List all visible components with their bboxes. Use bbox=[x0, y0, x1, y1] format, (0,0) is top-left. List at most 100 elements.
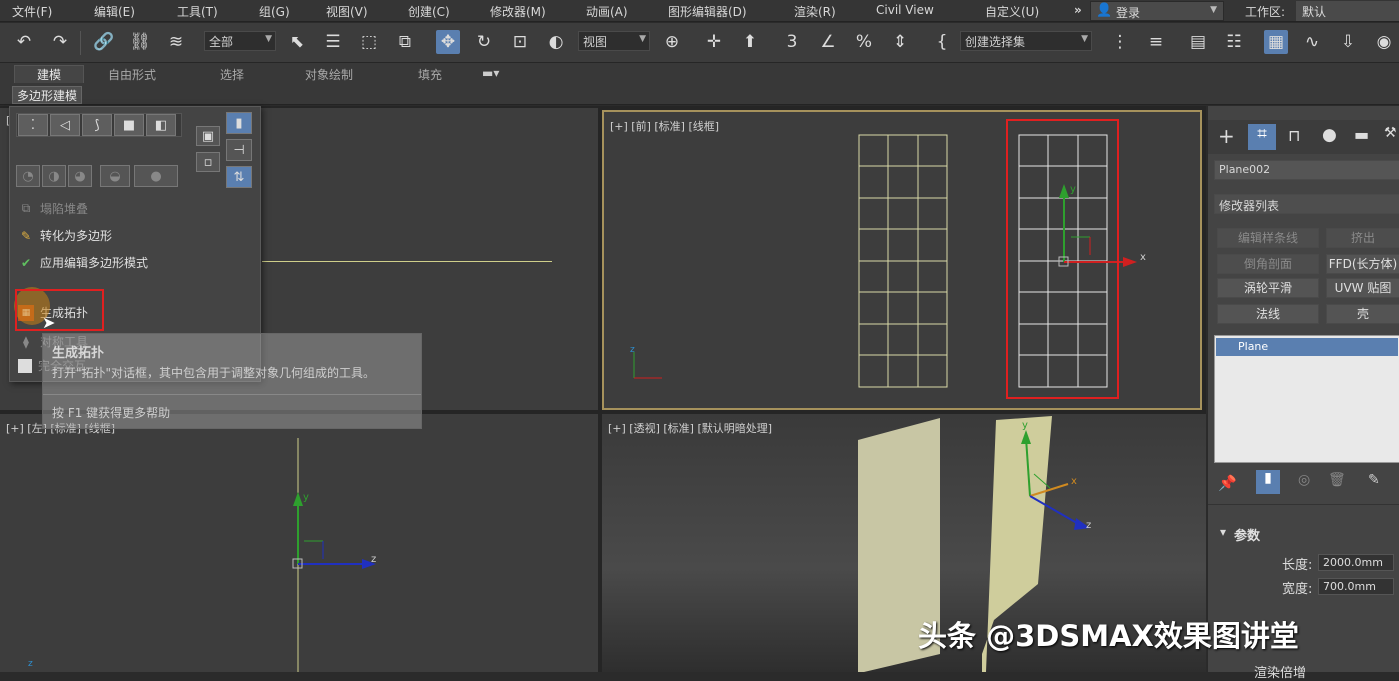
reference-coord-dropdown[interactable]: 视图 ▼ bbox=[578, 31, 650, 51]
ribbon-options-icon[interactable]: ▬▾ bbox=[482, 66, 499, 80]
mod-bevel-profile-button[interactable]: 倒角剖面 bbox=[1217, 254, 1319, 274]
selection-filter-dropdown[interactable]: 全部 ▼ bbox=[204, 31, 276, 51]
keyboard-shortcut-icon[interactable]: ⬆ bbox=[738, 30, 762, 54]
place-icon[interactable]: ◐ bbox=[544, 30, 568, 54]
mod-edit-spline-button[interactable]: 编辑样条线 bbox=[1217, 228, 1319, 248]
align-icon[interactable]: ≡ bbox=[1144, 30, 1168, 54]
border-mode-icon[interactable]: ⟆ bbox=[82, 114, 112, 136]
display-tab-icon[interactable]: ▬ bbox=[1354, 125, 1369, 144]
menu-collapse-stack[interactable]: ⧉ 塌陷堆叠 bbox=[18, 200, 88, 217]
menu-animation[interactable]: 动画(A) bbox=[586, 3, 628, 20]
pin-stack-icon[interactable]: 📌 bbox=[1218, 474, 1237, 492]
model-icon-2[interactable]: ◑ bbox=[42, 165, 66, 187]
mirror-icon[interactable]: ⋮ bbox=[1108, 30, 1132, 54]
schematic-view-icon[interactable]: ⇩ bbox=[1336, 30, 1360, 54]
menu-customize[interactable]: 自定义(U) bbox=[985, 3, 1039, 20]
named-selection-icon[interactable]: { bbox=[930, 30, 954, 54]
modify-tab-icon[interactable]: ⌗ bbox=[1248, 124, 1276, 150]
menu-rendering[interactable]: 渲染(R) bbox=[794, 3, 836, 20]
window-crossing-icon[interactable]: ⧉ bbox=[393, 30, 417, 54]
link-icon[interactable]: 🔗 bbox=[92, 30, 116, 54]
angle-snap-icon[interactable]: ∠ bbox=[816, 30, 840, 54]
mod-turbosmooth-button[interactable]: 涡轮平滑 bbox=[1217, 278, 1319, 298]
named-selection-dropdown[interactable]: 创建选择集 ▼ bbox=[960, 31, 1092, 51]
percent-snap-icon[interactable]: % bbox=[852, 30, 876, 54]
show-end-result-icon[interactable]: ⇅ bbox=[226, 166, 252, 188]
mod-uvw-map-button[interactable]: UVW 贴图 bbox=[1326, 278, 1399, 298]
polygon-mode-icon[interactable]: ■ bbox=[114, 114, 144, 136]
spinner-snap-icon[interactable]: ⇕ bbox=[888, 30, 912, 54]
mod-normal-button[interactable]: 法线 bbox=[1217, 304, 1319, 324]
utilities-tab-icon[interactable]: ⚒ bbox=[1384, 125, 1397, 141]
checkbox-icon[interactable] bbox=[18, 358, 32, 373]
select-object-icon[interactable]: ⬉ bbox=[285, 30, 309, 54]
create-tab-icon[interactable]: + bbox=[1218, 124, 1235, 148]
menu-civil-view[interactable]: Civil View bbox=[876, 3, 934, 17]
scene-explorer-icon[interactable]: ☷ bbox=[1222, 30, 1246, 54]
element-mode-icon[interactable]: ◧ bbox=[146, 114, 176, 136]
menu-modifiers[interactable]: 修改器(M) bbox=[490, 3, 546, 20]
tab-object-paint[interactable]: 对象绘制 bbox=[305, 66, 353, 83]
menu-more-icon[interactable]: » bbox=[1074, 3, 1082, 17]
pivot-center-icon[interactable]: ⊕ bbox=[660, 30, 684, 54]
rect-selection-icon[interactable]: ⬚ bbox=[357, 30, 381, 54]
menu-graph-editors[interactable]: 图形编辑器(D) bbox=[668, 3, 747, 20]
stack-item-plane[interactable]: Plane bbox=[1216, 338, 1398, 356]
ribbon-toggle-icon[interactable]: ▦ bbox=[1264, 30, 1288, 54]
menu-file[interactable]: 文件(F) bbox=[12, 3, 52, 20]
scale-icon[interactable]: ⊡ bbox=[508, 30, 532, 54]
tab-selection[interactable]: 选择 bbox=[220, 66, 244, 83]
menu-group[interactable]: 组(G) bbox=[259, 3, 290, 20]
pin-stack-icon[interactable]: ▮ bbox=[226, 112, 252, 134]
next-modifier-icon[interactable]: ⊣ bbox=[226, 139, 252, 161]
tab-freeform[interactable]: 自由形式 bbox=[108, 66, 156, 83]
bind-space-warp-icon[interactable]: ≋ bbox=[164, 30, 188, 54]
panel-poly-modeling[interactable]: 多边形建模 bbox=[12, 86, 83, 104]
length-spinner[interactable]: 2000.0mm bbox=[1318, 554, 1394, 571]
remove-modifier-icon[interactable]: 🗑 bbox=[1328, 472, 1346, 488]
select-manipulate-icon[interactable]: ✛ bbox=[702, 30, 726, 54]
model-icon-1[interactable]: ◔ bbox=[16, 165, 40, 187]
move-icon[interactable]: ✥ bbox=[436, 30, 460, 54]
mod-ffd-button[interactable]: FFD(长方体) bbox=[1326, 254, 1399, 274]
make-unique-icon[interactable]: ◎ bbox=[1298, 472, 1310, 488]
params-title[interactable]: 参数 bbox=[1234, 525, 1260, 544]
login-dropdown[interactable]: 👤 登录 ▼ bbox=[1090, 1, 1224, 21]
menu-create[interactable]: 创建(C) bbox=[408, 3, 450, 20]
menu-tools[interactable]: 工具(T) bbox=[177, 3, 218, 20]
mod-extrude-button[interactable]: 挤出 bbox=[1326, 228, 1399, 248]
motion-tab-icon[interactable]: ● bbox=[1322, 125, 1337, 145]
preview-icon[interactable]: ▣ bbox=[196, 126, 220, 146]
menu-apply-edit-poly[interactable]: ✔ 应用编辑多边形模式 bbox=[18, 254, 148, 271]
layer-manager-icon[interactable]: ▤ bbox=[1186, 30, 1210, 54]
undo-icon[interactable]: ↶ bbox=[12, 30, 36, 54]
rotate-icon[interactable]: ↻ bbox=[472, 30, 496, 54]
workspace-dropdown[interactable]: 默认 bbox=[1296, 1, 1399, 21]
select-by-name-icon[interactable]: ☰ bbox=[321, 30, 345, 54]
mod-shell-button[interactable]: 壳 bbox=[1326, 304, 1399, 324]
tab-populate[interactable]: 填充 bbox=[418, 66, 442, 83]
menu-convert-to-poly[interactable]: ✎ 转化为多边形 bbox=[18, 227, 112, 244]
model-icon-4[interactable]: ◒ bbox=[100, 165, 130, 187]
menu-edit[interactable]: 编辑(E) bbox=[94, 3, 135, 20]
vertex-mode-icon[interactable]: ⁚ bbox=[18, 114, 48, 136]
model-icon-5[interactable]: ● bbox=[134, 165, 178, 187]
material-editor-icon[interactable]: ◉ bbox=[1372, 30, 1396, 54]
model-icon-3[interactable]: ◕ bbox=[68, 165, 92, 187]
hierarchy-tab-icon[interactable]: ⊓ bbox=[1288, 126, 1300, 145]
width-spinner[interactable]: 700.0mm bbox=[1318, 578, 1394, 595]
unlink-icon[interactable]: ⛓ bbox=[128, 30, 152, 54]
object-name-field[interactable]: Plane002 bbox=[1214, 160, 1399, 180]
show-end-result-icon[interactable]: ▮ bbox=[1256, 470, 1280, 494]
snap-toggle-icon[interactable]: 3 bbox=[780, 30, 804, 54]
modifier-list-dropdown[interactable]: 修改器列表 bbox=[1214, 194, 1399, 214]
tab-modeling[interactable]: 建模 bbox=[14, 65, 85, 83]
menu-view[interactable]: 视图(V) bbox=[326, 3, 368, 20]
curve-editor-icon[interactable]: ∿ bbox=[1300, 30, 1324, 54]
edge-mode-icon[interactable]: ◁ bbox=[50, 114, 80, 136]
previous-modifier-icon[interactable]: ▫ bbox=[196, 152, 220, 172]
redo-icon[interactable]: ↷ bbox=[48, 30, 72, 54]
viewport-left[interactable]: [+] [左] [标准] [线框] y z z bbox=[0, 414, 598, 672]
configure-sets-icon[interactable]: ✎ bbox=[1368, 472, 1380, 488]
params-rollout-arrow-icon[interactable]: ▾ bbox=[1220, 525, 1226, 539]
